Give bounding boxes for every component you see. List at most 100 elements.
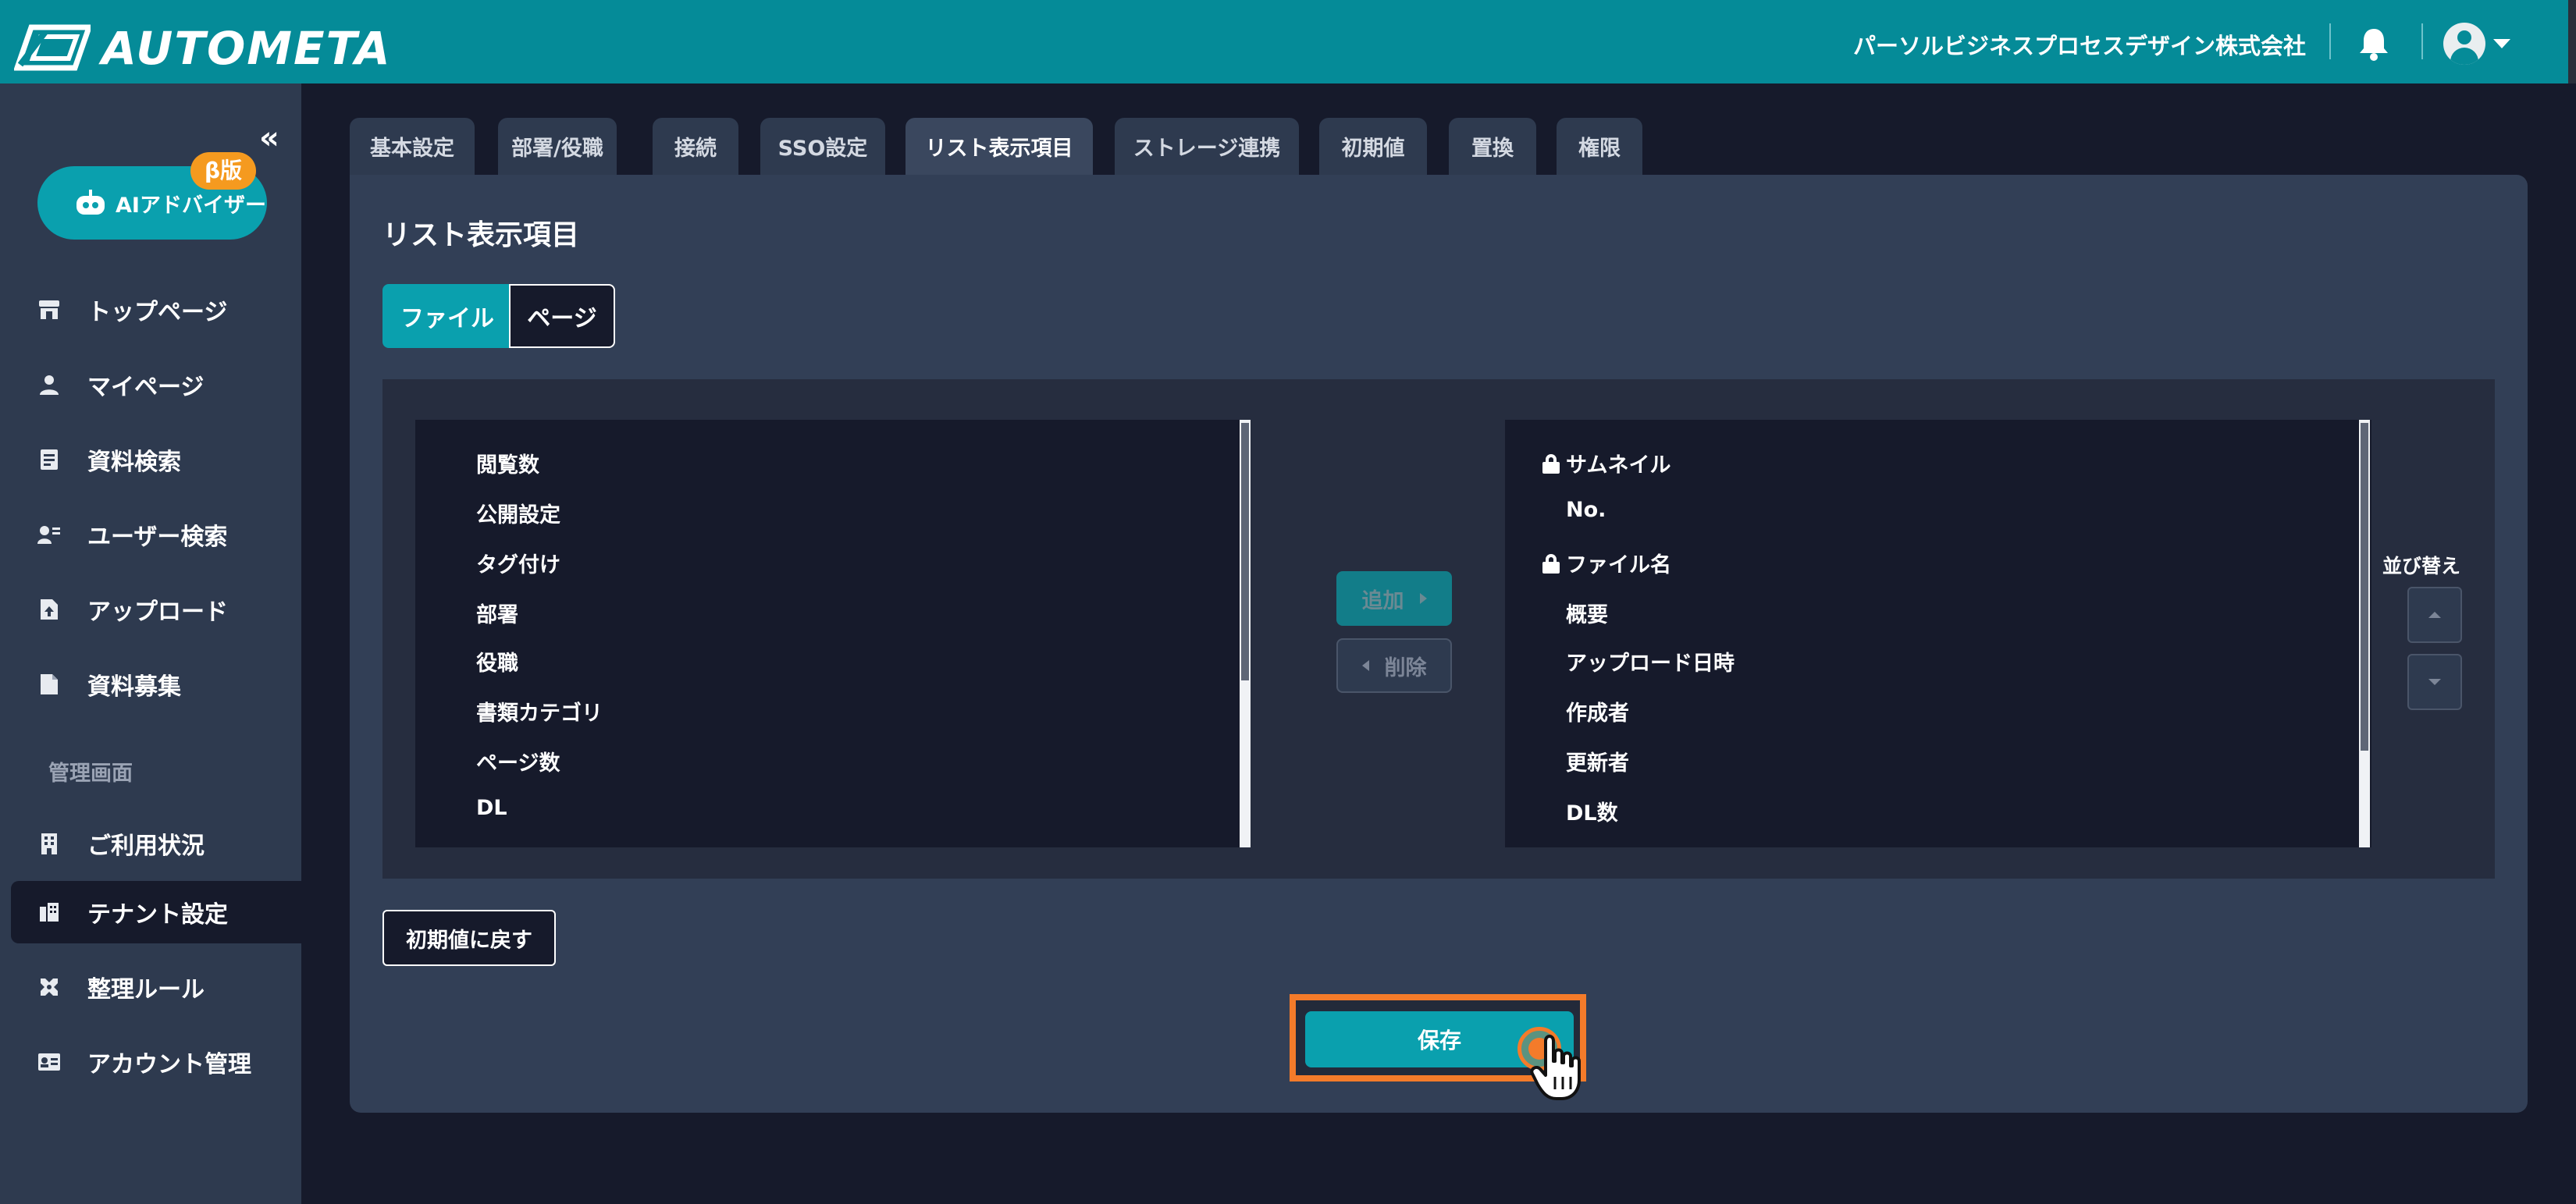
add-column-button[interactable]: 追加: [1336, 571, 1452, 626]
tab-label: ストレージ連携: [1133, 137, 1281, 161]
available-columns-list[interactable]: 閲覧数 公開設定 タグ付け 部署 役職 書類カテゴリ ページ数 DL: [415, 420, 1251, 847]
list-item-label: サムネイル: [1566, 453, 1671, 478]
list-item[interactable]: No.: [1566, 498, 1606, 522]
company-name: パーソルビジネスプロセスデザイン株式会社: [1852, 33, 2306, 59]
list-item[interactable]: 公開設定: [476, 498, 560, 528]
list-item[interactable]: DL: [476, 796, 507, 820]
list-item[interactable]: DL数: [1566, 796, 1618, 826]
reset-defaults-button[interactable]: 初期値に戻す: [382, 910, 556, 966]
tab-connection[interactable]: 接続: [653, 118, 738, 175]
robot-icon: [75, 190, 106, 216]
list-item-label: アップロード日時: [1566, 652, 1735, 676]
tab-basic-settings[interactable]: 基本設定: [350, 118, 475, 175]
sidebar-item-label: 資料検索: [87, 449, 181, 476]
available-list-scrollbar[interactable]: [1240, 420, 1251, 847]
list-item[interactable]: 書類カテゴリ: [476, 696, 603, 726]
tools-icon: [37, 975, 61, 999]
list-item[interactable]: ファイル名: [1542, 548, 1671, 578]
arrow-left-icon: [1361, 660, 1369, 671]
list-item[interactable]: ページ数: [476, 746, 560, 776]
sidebar-item-my-page[interactable]: マイページ: [0, 353, 301, 416]
list-item-label: 役職: [476, 652, 518, 676]
list-item[interactable]: サムネイル: [1542, 448, 1670, 478]
logo-text: AUTOMETA: [101, 22, 392, 75]
sidebar-item-user-search[interactable]: ユーザー検索: [0, 503, 301, 566]
sidebar-item-document-request[interactable]: 資料募集: [0, 653, 301, 716]
sidebar-item-document-search[interactable]: 資料検索: [0, 428, 301, 491]
list-item[interactable]: 概要: [1566, 598, 1608, 628]
account-menu[interactable]: [2443, 22, 2517, 66]
sidebar-item-label: ユーザー検索: [87, 524, 228, 551]
list-item[interactable]: 作成者: [1566, 696, 1629, 726]
ai-advisor-label: AIアドバイザー: [116, 193, 266, 218]
sidebar-item-label: 整理ルール: [87, 976, 205, 1003]
logo-mark-icon: [14, 24, 91, 71]
sidebar-item-tenant-settings[interactable]: テナント設定: [11, 881, 301, 943]
autometa-logo[interactable]: AUTOMETA: [14, 22, 392, 75]
page-scrollbar[interactable]: [2568, 83, 2576, 1204]
scrollbar-thumb[interactable]: [1241, 423, 1249, 680]
move-down-button[interactable]: [2407, 654, 2462, 710]
tab-label: 接続: [674, 137, 717, 161]
sort-label: 並び替え: [2382, 555, 2461, 577]
sidebar-item-label: テナント設定: [87, 901, 228, 929]
sidebar-item-label: 資料募集: [87, 673, 181, 701]
store-icon: [37, 298, 61, 321]
selected-columns-list[interactable]: サムネイル No. ファイル名 概要 アップロード日時 作成者 更新者 DL数: [1505, 420, 2371, 847]
tab-label: SSO設定: [777, 137, 868, 161]
remove-column-button[interactable]: 削除: [1336, 638, 1452, 693]
segment-page-button[interactable]: ページ: [509, 284, 615, 348]
list-item[interactable]: 役職: [476, 646, 518, 677]
tab-storage-integration[interactable]: ストレージ連携: [1115, 118, 1299, 175]
sidebar-item-upload[interactable]: アップロード: [0, 578, 301, 641]
remove-label: 削除: [1384, 655, 1427, 680]
selected-list-scrollbar[interactable]: [2359, 420, 2370, 847]
tab-label: 初期値: [1341, 137, 1405, 161]
list-item[interactable]: タグ付け: [476, 548, 560, 578]
list-item-label: DL: [476, 796, 507, 820]
sidebar-item-usage[interactable]: ご利用状況: [0, 812, 301, 875]
sidebar: « AIアドバイザー β版 トップページ マイページ 資料検索 ユーザー検索 ア…: [0, 83, 301, 1204]
sidebar-item-label: マイページ: [87, 374, 205, 401]
top-header: AUTOMETA パーソルビジネスプロセスデザイン株式会社: [0, 0, 2576, 83]
sidebar-item-organize-rules[interactable]: 整理ルール: [0, 956, 301, 1018]
list-item[interactable]: 閲覧数: [476, 448, 539, 478]
hand-pointer-icon: [1530, 1035, 1581, 1100]
scrollbar-thumb[interactable]: [2361, 423, 2368, 751]
segment-label: ファイル: [400, 305, 494, 332]
document-search-icon: [37, 448, 61, 471]
list-item[interactable]: 部署: [476, 598, 518, 628]
arrow-right-icon: [1419, 593, 1427, 604]
caret-down-icon: [2493, 39, 2510, 48]
list-item-label: ファイル名: [1566, 553, 1671, 577]
page-title: リスト表示項目: [382, 219, 580, 251]
tab-permissions[interactable]: 権限: [1557, 118, 1642, 175]
list-item[interactable]: 更新者: [1566, 746, 1629, 776]
sidebar-item-account-management[interactable]: アカウント管理: [0, 1031, 301, 1093]
sidebar-item-top-page[interactable]: トップページ: [0, 279, 301, 341]
tab-departments[interactable]: 部署/役職: [498, 118, 617, 175]
tab-default-values[interactable]: 初期値: [1319, 118, 1427, 175]
collapse-sidebar-icon[interactable]: «: [259, 123, 279, 154]
list-display-items-panel: リスト表示項目 ファイル ページ 閲覧数 公開設定 タグ付け 部署 役職 書類カ…: [350, 175, 2528, 1113]
bell-icon[interactable]: [2357, 27, 2390, 61]
avatar-icon: [2443, 23, 2485, 65]
segment-file-button[interactable]: ファイル: [382, 284, 512, 348]
list-item-label: No.: [1566, 498, 1606, 522]
file-upload-icon: [37, 598, 61, 621]
move-up-button[interactable]: [2407, 587, 2462, 643]
list-item-label: 作成者: [1566, 701, 1629, 726]
tenant-icon: [37, 900, 61, 924]
user-search-icon: [37, 523, 61, 546]
list-item-label: 書類カテゴリ: [476, 701, 603, 726]
tab-list-display-items[interactable]: リスト表示項目: [906, 118, 1093, 175]
tab-sso-settings[interactable]: SSO設定: [760, 118, 885, 175]
list-item[interactable]: アップロード日時: [1566, 646, 1735, 677]
tab-label: 置換: [1471, 137, 1514, 161]
tab-label: 基本設定: [370, 137, 454, 161]
list-item-label: DL数: [1566, 801, 1618, 826]
tab-replace[interactable]: 置換: [1449, 118, 1536, 175]
window-scrollbar[interactable]: [2568, 0, 2576, 83]
column-selector: 閲覧数 公開設定 タグ付け 部署 役職 書類カテゴリ ページ数 DL 追加 削除…: [382, 379, 2495, 879]
list-item-label: タグ付け: [476, 553, 560, 577]
